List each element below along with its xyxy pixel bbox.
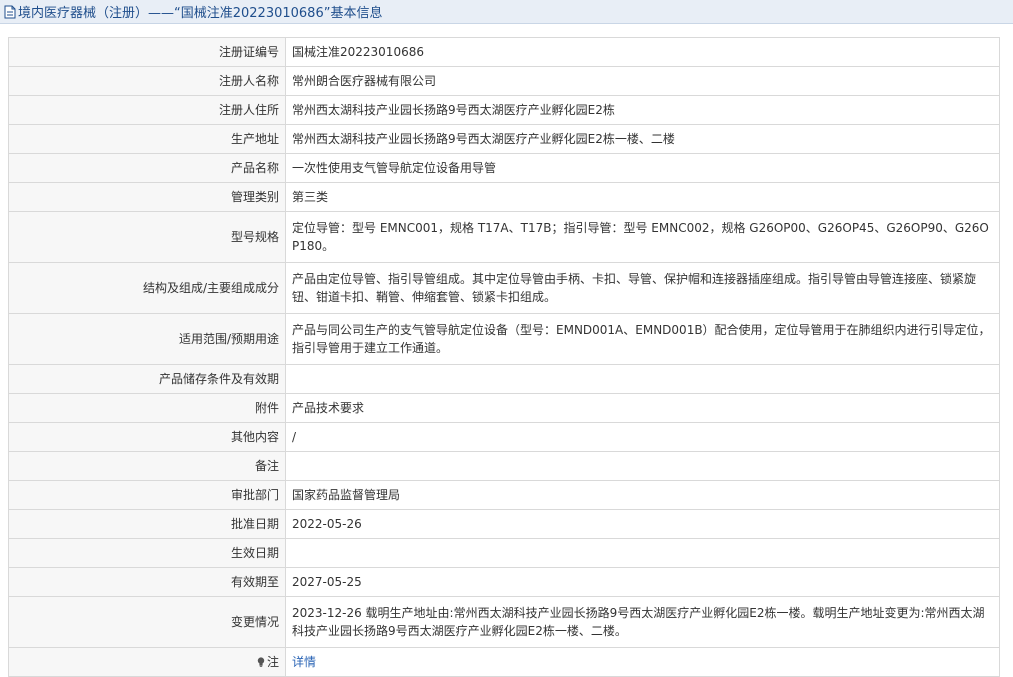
table-row: 批准日期 2022-05-26 xyxy=(8,509,1000,539)
row-value: 定位导管：型号 EMNC001，规格 T17A、T17B；指引导管：型号 EMN… xyxy=(285,211,1000,263)
page-header: 境内医疗器械（注册）——“国械注准20223010686”基本信息 xyxy=(0,0,1013,24)
table-row: 审批部门 国家药品监督管理局 xyxy=(8,480,1000,510)
row-value: 产品由定位导管、指引导管组成。其中定位导管由手柄、卡扣、导管、保护帽和连接器插座… xyxy=(285,262,1000,314)
lightbulb-icon xyxy=(257,654,265,667)
row-label: 其他内容 xyxy=(8,422,286,452)
row-value xyxy=(285,364,1000,394)
table-row: 备注 xyxy=(8,451,1000,481)
row-label: 产品名称 xyxy=(8,153,286,183)
table-row: 产品名称 一次性使用支气管导航定位设备用导管 xyxy=(8,153,1000,183)
row-label: 生效日期 xyxy=(8,538,286,568)
table-row: 其他内容 / xyxy=(8,422,1000,452)
row-label: 型号规格 xyxy=(8,211,286,263)
row-label: 批准日期 xyxy=(8,509,286,539)
row-value: 常州西太湖科技产业园长扬路9号西太湖医疗产业孵化园E2栋一楼、二楼 xyxy=(285,124,1000,154)
note-value: 详情 xyxy=(285,647,1000,677)
row-value: 产品与同公司生产的支气管导航定位设备（型号：EMND001A、EMND001B）… xyxy=(285,313,1000,365)
table-row: 注册证编号 国械注准20223010686 xyxy=(8,37,1000,67)
row-value: 国械注准20223010686 xyxy=(285,37,1000,67)
table-row: 注册人名称 常州朗合医疗器械有限公司 xyxy=(8,66,1000,96)
table-row: 管理类别 第三类 xyxy=(8,182,1000,212)
table-row: 有效期至 2027-05-25 xyxy=(8,567,1000,597)
row-label: 管理类别 xyxy=(8,182,286,212)
row-value xyxy=(285,451,1000,481)
row-value: 国家药品监督管理局 xyxy=(285,480,1000,510)
row-value: 常州朗合医疗器械有限公司 xyxy=(285,66,1000,96)
row-value: 常州西太湖科技产业园长扬路9号西太湖医疗产业孵化园E2栋 xyxy=(285,95,1000,125)
row-label: 生产地址 xyxy=(8,124,286,154)
table-row: 结构及组成/主要组成成分 产品由定位导管、指引导管组成。其中定位导管由手柄、卡扣… xyxy=(8,262,1000,314)
row-label: 变更情况 xyxy=(8,596,286,648)
table-row: 生产地址 常州西太湖科技产业园长扬路9号西太湖医疗产业孵化园E2栋一楼、二楼 xyxy=(8,124,1000,154)
table-row: 产品储存条件及有效期 xyxy=(8,364,1000,394)
table-row: 型号规格 定位导管：型号 EMNC001，规格 T17A、T17B；指引导管：型… xyxy=(8,211,1000,263)
page-title: 境内医疗器械（注册）——“国械注准20223010686”基本信息 xyxy=(18,6,383,21)
note-label: 注 xyxy=(266,655,279,669)
row-label: 注册人住所 xyxy=(8,95,286,125)
row-value: 一次性使用支气管导航定位设备用导管 xyxy=(285,153,1000,183)
details-link[interactable]: 详情 xyxy=(292,655,316,669)
row-label: 备注 xyxy=(8,451,286,481)
row-label: 有效期至 xyxy=(8,567,286,597)
row-label: 附件 xyxy=(8,393,286,423)
row-label: 产品储存条件及有效期 xyxy=(8,364,286,394)
table-row: 附件 产品技术要求 xyxy=(8,393,1000,423)
row-value: 2023-12-26 载明生产地址由:常州西太湖科技产业园长扬路9号西太湖医疗产… xyxy=(285,596,1000,648)
table-row: 生效日期 xyxy=(8,538,1000,568)
row-value: 产品技术要求 xyxy=(285,393,1000,423)
row-label: 注册人名称 xyxy=(8,66,286,96)
info-table: 注册证编号 国械注准20223010686 注册人名称 常州朗合医疗器械有限公司… xyxy=(8,37,1000,677)
table-row: 适用范围/预期用途 产品与同公司生产的支气管导航定位设备（型号：EMND001A… xyxy=(8,313,1000,365)
row-value xyxy=(285,538,1000,568)
row-label: 适用范围/预期用途 xyxy=(8,313,286,365)
row-label: 结构及组成/主要组成成分 xyxy=(8,262,286,314)
row-value: 第三类 xyxy=(285,182,1000,212)
row-label: 注册证编号 xyxy=(8,37,286,67)
table-row: 变更情况 2023-12-26 载明生产地址由:常州西太湖科技产业园长扬路9号西… xyxy=(8,596,1000,648)
row-label: 审批部门 xyxy=(8,480,286,510)
row-value: / xyxy=(285,422,1000,452)
note-row: 注 详情 xyxy=(8,647,1000,677)
row-value: 2027-05-25 xyxy=(285,567,1000,597)
row-value: 2022-05-26 xyxy=(285,509,1000,539)
table-row: 注册人住所 常州西太湖科技产业园长扬路9号西太湖医疗产业孵化园E2栋 xyxy=(8,95,1000,125)
document-icon xyxy=(4,5,16,19)
note-label-cell: 注 xyxy=(8,647,286,677)
